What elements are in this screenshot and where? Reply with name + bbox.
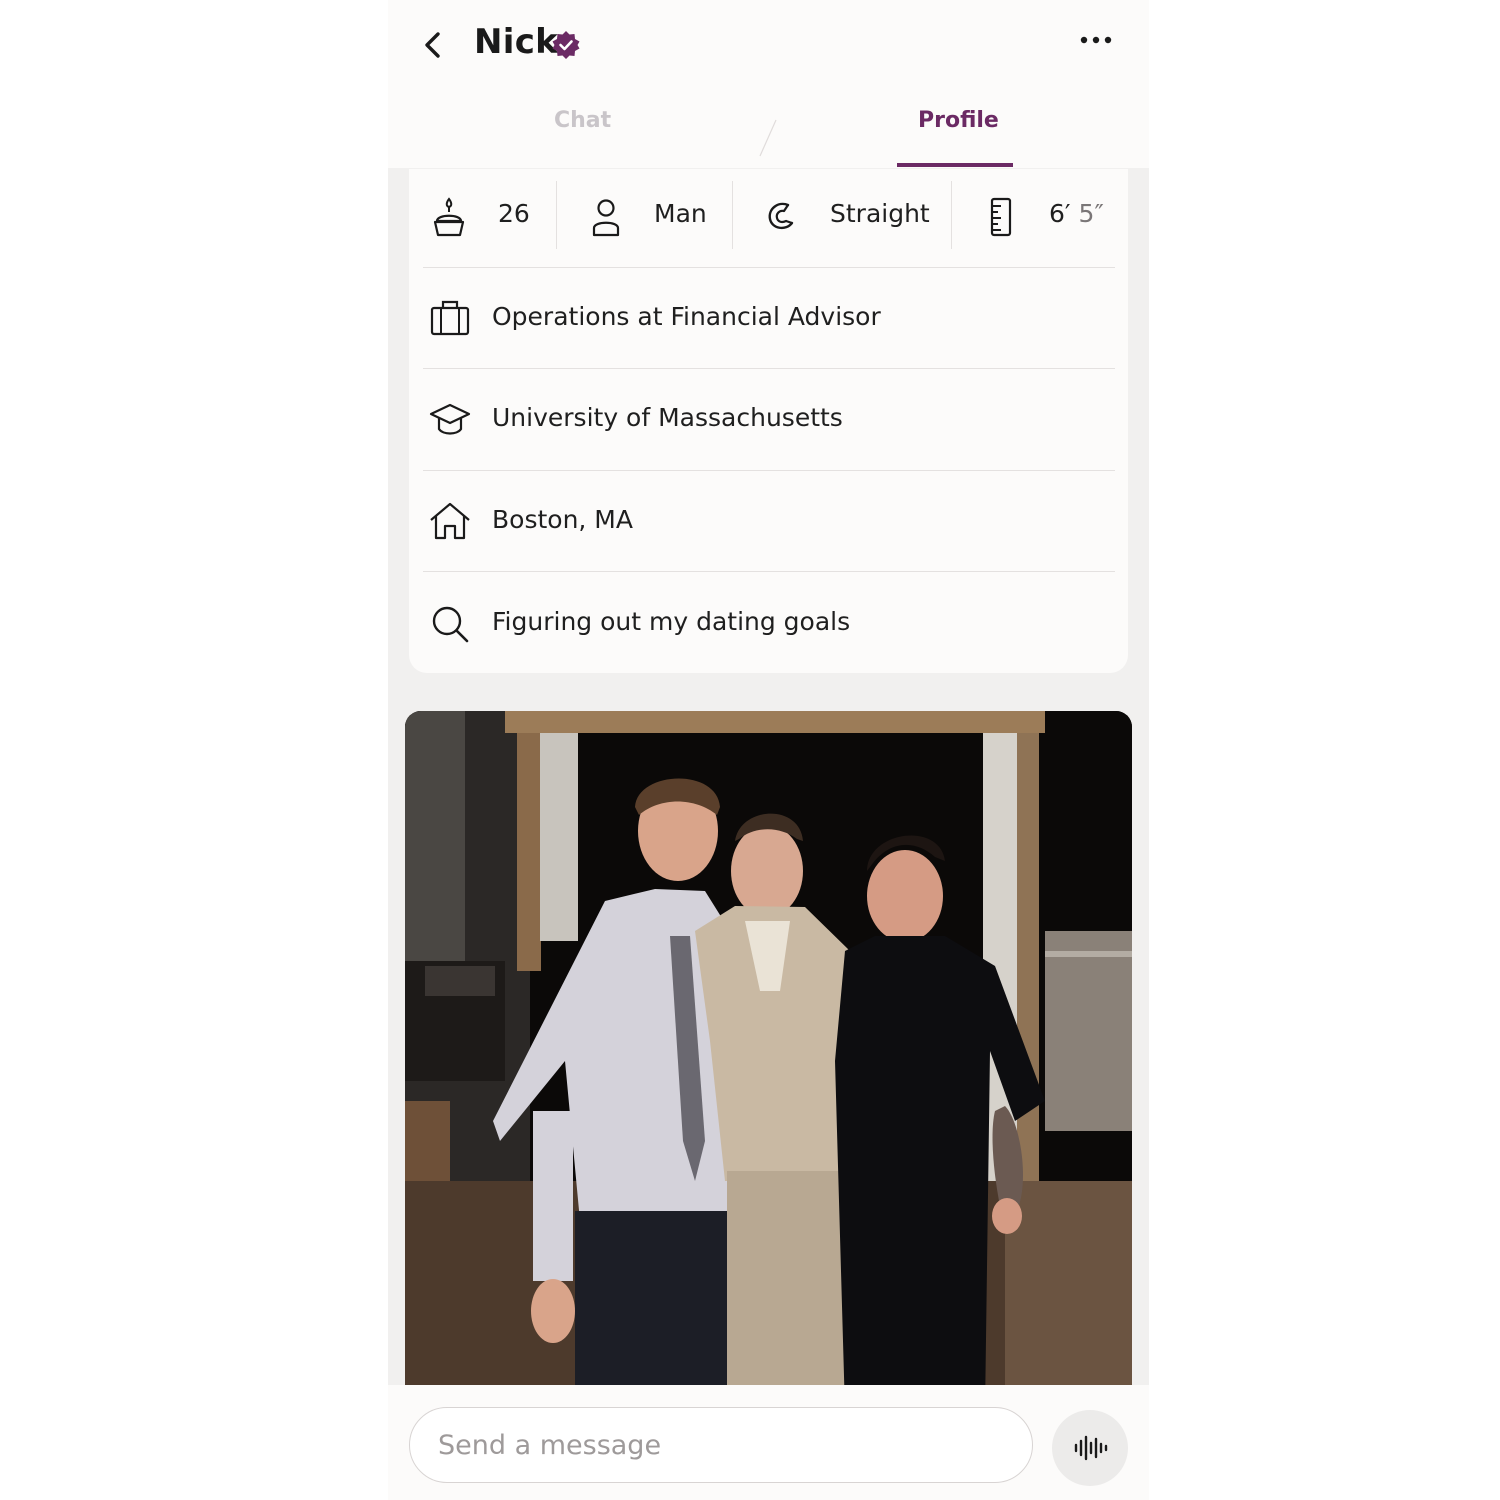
message-input[interactable] [436,1424,1000,1466]
vitals-divider [556,181,557,249]
graduation-cap-icon [429,403,471,435]
row-divider [423,368,1115,369]
verified-badge-icon [552,31,580,59]
height-inches: 5″ [1078,199,1104,228]
age-value: 26 [498,199,530,228]
back-arrow-icon[interactable] [418,28,448,62]
profile-details-card: 26 Man Straight 6′ 5″ Operations at Fina… [409,169,1128,673]
tab-chat[interactable]: Chat [554,108,611,133]
ruler-icon [990,197,1012,237]
tab-divider [759,119,777,157]
vitals-row: 26 Man Straight 6′ 5″ [409,169,1128,267]
home-icon [430,502,470,540]
birthday-cake-icon [433,197,465,237]
height-feet: 6′ [1049,199,1071,228]
height-value: 6′ 5″ [1049,199,1104,228]
message-input-container[interactable] [409,1407,1033,1483]
vitals-divider [732,181,733,249]
school-text: University of Massachusetts [492,403,843,432]
hometown-text: Boston, MA [492,505,633,534]
sexuality-value: Straight [830,199,930,228]
profile-photo[interactable] [405,711,1132,1411]
row-divider [423,470,1115,471]
group-photo-image [405,711,1132,1411]
more-options-icon[interactable] [1078,26,1114,54]
profile-screen: Nick Chat Profile 26 Man Straight 6′ 5″ … [388,0,1149,1500]
tab-profile[interactable]: Profile [918,108,999,133]
briefcase-icon [430,300,470,336]
gender-value: Man [654,199,707,228]
dating-goals-text: Figuring out my dating goals [492,607,851,636]
row-divider [423,571,1115,572]
row-divider [423,267,1115,268]
search-icon [432,606,469,643]
vitals-divider [951,181,952,249]
person-icon [592,199,620,237]
active-tab-indicator [897,163,1013,167]
message-composer [388,1385,1149,1500]
header: Nick Chat Profile [388,0,1149,168]
profile-name: Nick [474,22,559,62]
job-text: Operations at Financial Advisor [492,302,881,331]
voice-note-button[interactable] [1052,1410,1128,1486]
audio-waveform-icon [1074,1435,1108,1461]
magnet-icon [768,202,794,230]
